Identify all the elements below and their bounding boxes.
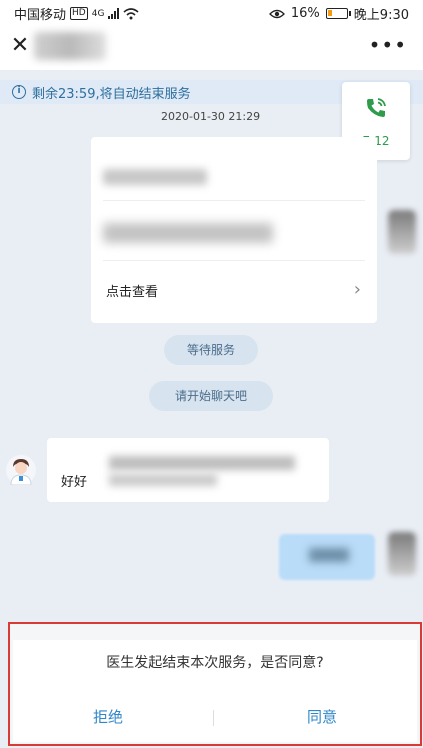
end-service-dialog-frame: 医生发起结束本次服务，是否同意? 拒绝 同意	[8, 622, 422, 746]
network-label: 4G	[91, 8, 105, 19]
agree-button[interactable]: 同意	[227, 696, 417, 738]
status-right: 16% 晚上9:30	[268, 4, 409, 23]
chevron-right-icon: ›	[353, 279, 361, 300]
battery-percent: 16%	[290, 6, 320, 21]
blurred-card-line	[103, 223, 273, 243]
blurred-card-line	[103, 169, 207, 185]
doctor-avatar[interactable]	[6, 455, 36, 485]
view-details-link[interactable]: 点击查看 ›	[91, 265, 377, 317]
chat-area[interactable]: i 剩余23:59,将自动结束服务 2020-01-30 21:29 7:12 …	[0, 70, 423, 622]
blurred-title	[34, 32, 106, 60]
message-text: 好好	[61, 475, 88, 490]
info-icon: i	[12, 85, 26, 99]
notice-text: 剩余23:59,将自动结束服务	[32, 86, 191, 102]
card-divider	[103, 200, 365, 201]
status-left: 中国移动 HD 4G	[14, 4, 139, 23]
reject-button[interactable]: 拒绝	[13, 696, 203, 738]
doctor-message-bubble: 好好	[47, 438, 329, 502]
carrier-label: 中国移动	[14, 8, 67, 23]
phone-call-icon	[367, 98, 386, 117]
more-options-icon[interactable]: •••	[369, 35, 407, 55]
clock: 晚上9:30	[353, 8, 409, 23]
blurred-message-text	[309, 548, 349, 562]
hd-badge: HD	[70, 7, 88, 20]
wifi-icon	[123, 7, 139, 19]
blurred-message-text	[109, 474, 217, 486]
top-navbar: ✕ •••	[0, 24, 423, 70]
battery-icon	[325, 8, 351, 19]
user-avatar	[388, 532, 416, 576]
signal-icon	[108, 8, 120, 19]
dialog-message: 医生发起结束本次服务，是否同意?	[106, 655, 324, 671]
info-card: 点击查看 ›	[91, 137, 377, 323]
end-service-dialog: 医生发起结束本次服务，是否同意? 拒绝 同意	[13, 640, 417, 742]
view-details-label: 点击查看	[106, 285, 159, 300]
message-timestamp: 2020-01-30 21:29	[161, 110, 261, 123]
user-message-bubble	[279, 534, 375, 580]
system-pill-start-chat: 请开始聊天吧	[149, 381, 273, 411]
user-avatar	[388, 210, 416, 254]
system-pill-waiting: 等待服务	[164, 335, 258, 365]
blurred-message-text	[109, 456, 295, 470]
card-divider	[103, 260, 365, 261]
close-icon[interactable]: ✕	[8, 34, 32, 58]
status-bar: 中国移动 HD 4G 16% 晚上9:30	[0, 0, 423, 24]
button-separator	[213, 710, 214, 726]
eye-icon	[268, 9, 285, 18]
